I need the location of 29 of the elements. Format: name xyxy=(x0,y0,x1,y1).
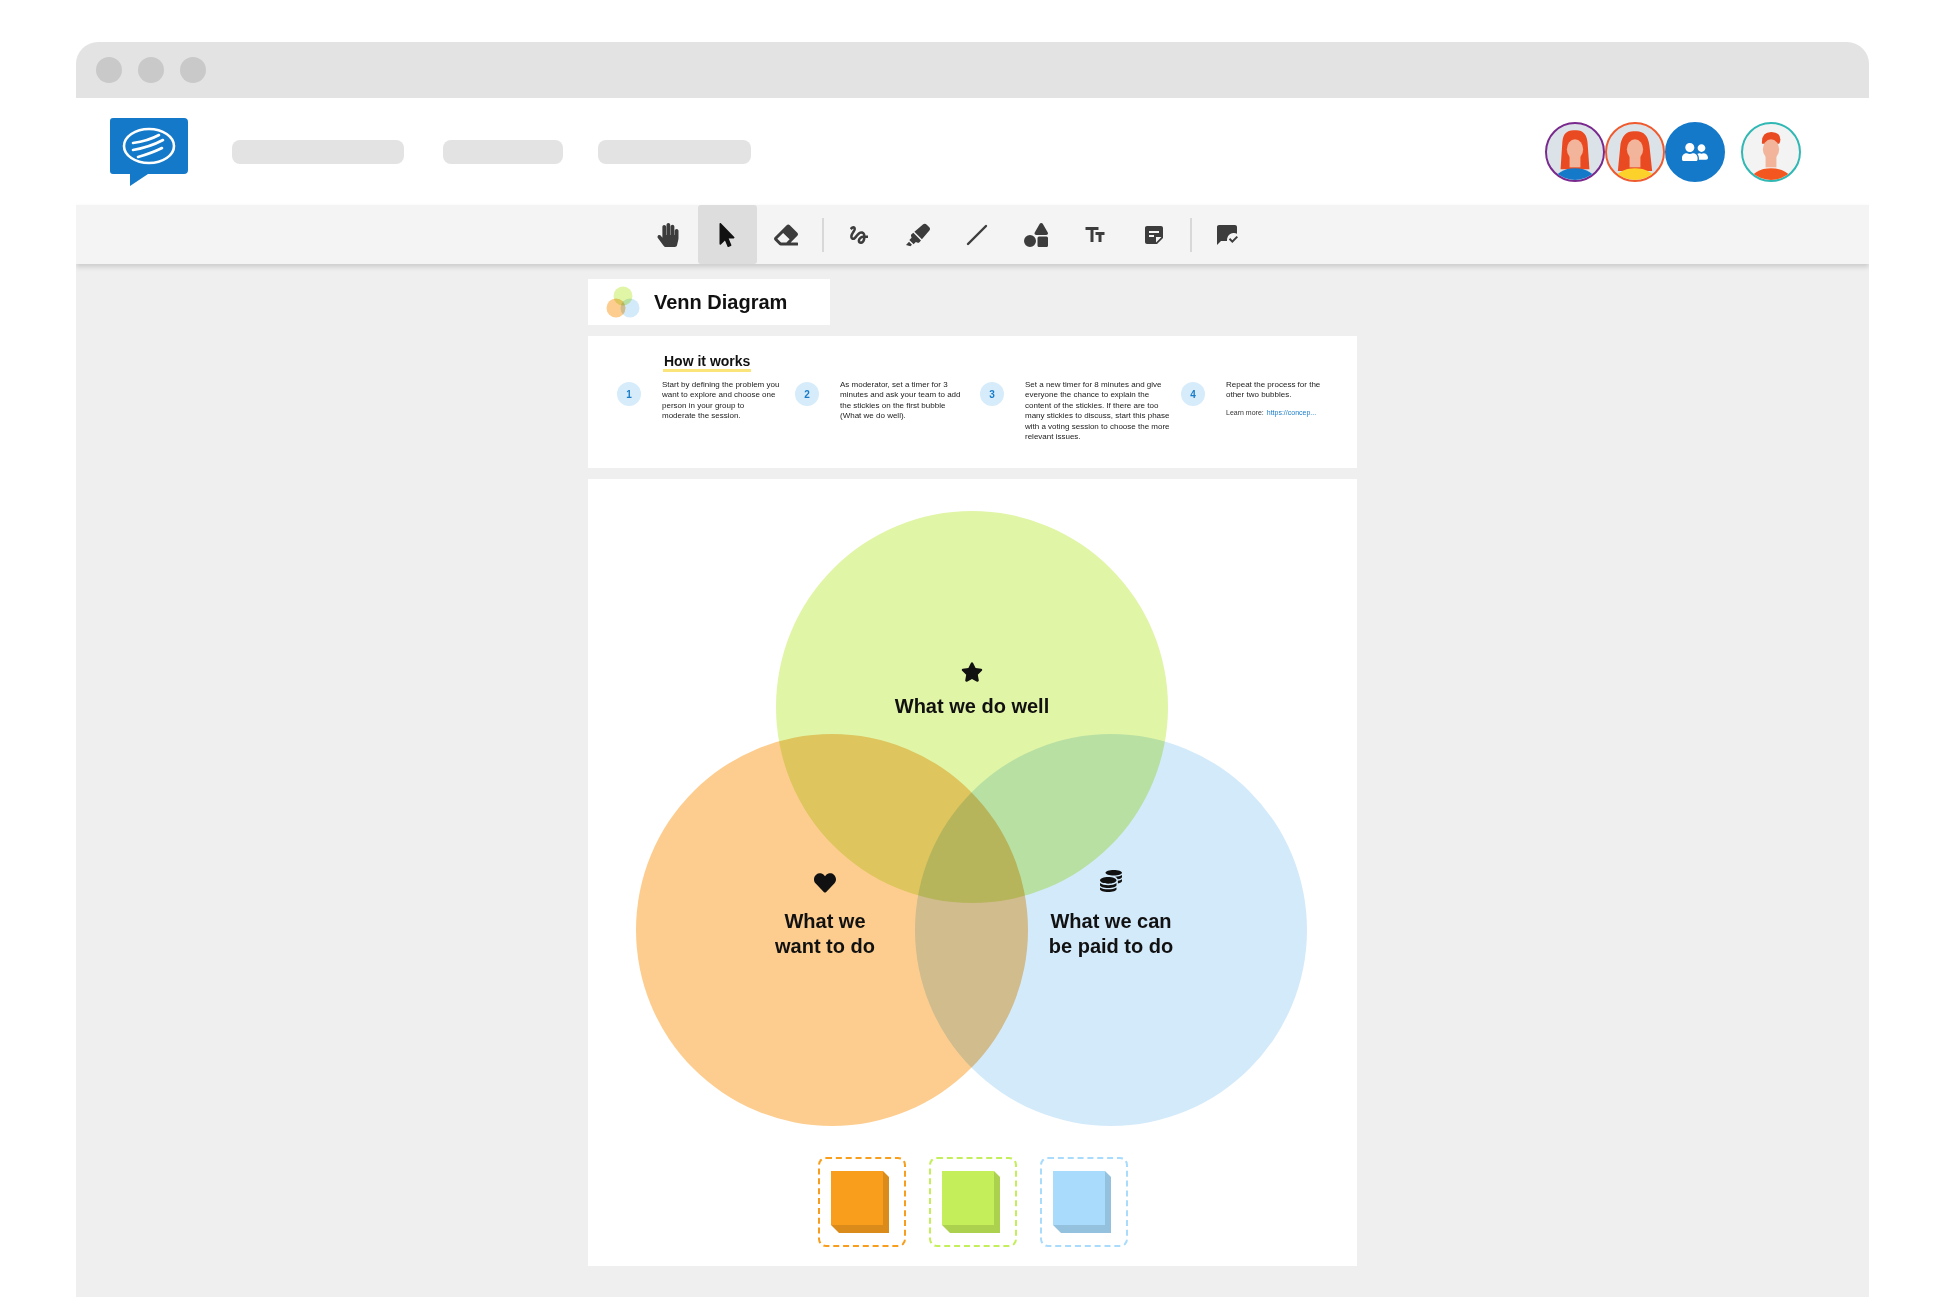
step-text: As moderator, set a timer for 3 minutes and ask your team to add the stickies on the first bubble (What we do well). xyxy=(840,380,962,422)
highlighter-icon xyxy=(906,222,930,247)
board-title: Venn Diagram xyxy=(654,290,788,314)
step-number: 2 xyxy=(795,382,819,406)
sticky-note-slot[interactable] xyxy=(817,1157,906,1247)
eraser-icon xyxy=(774,222,798,247)
instructions-heading: How it works xyxy=(662,353,753,369)
venn-label: What we do well xyxy=(893,693,1051,719)
step-text: Start by defining the problem you want to explore and choose one person in your group to moderate the session. xyxy=(662,380,780,422)
star-icon xyxy=(961,661,983,683)
logo-icon[interactable] xyxy=(110,117,188,186)
select-tool[interactable] xyxy=(697,205,757,264)
venn-label: What we want to do xyxy=(774,909,876,959)
comment-check-icon xyxy=(1215,222,1239,247)
window-dot[interactable] xyxy=(180,57,206,83)
step-number: 3 xyxy=(980,382,1004,406)
step-text: Repeat the process for the other two bubbles. xyxy=(1226,380,1322,401)
window-dot[interactable] xyxy=(96,57,122,83)
window-dot[interactable] xyxy=(138,57,164,83)
step-text: Set a new timer for 8 minutes and give everyone the chance to explain the content of the stickies. If there are too many stickies to discuss, start this phase with a voting session to choose the more relevant issues. xyxy=(1025,380,1171,443)
step-number: 1 xyxy=(617,382,641,406)
line-icon xyxy=(965,222,989,247)
step-number: 4 xyxy=(1181,382,1205,406)
venn-logo-icon xyxy=(606,286,640,318)
shapes-icon xyxy=(1024,222,1048,247)
hand-icon xyxy=(656,222,680,247)
venn-label: What we can be paid to do xyxy=(1047,909,1175,959)
coins-icon xyxy=(1100,870,1122,892)
heart-icon xyxy=(814,872,836,894)
